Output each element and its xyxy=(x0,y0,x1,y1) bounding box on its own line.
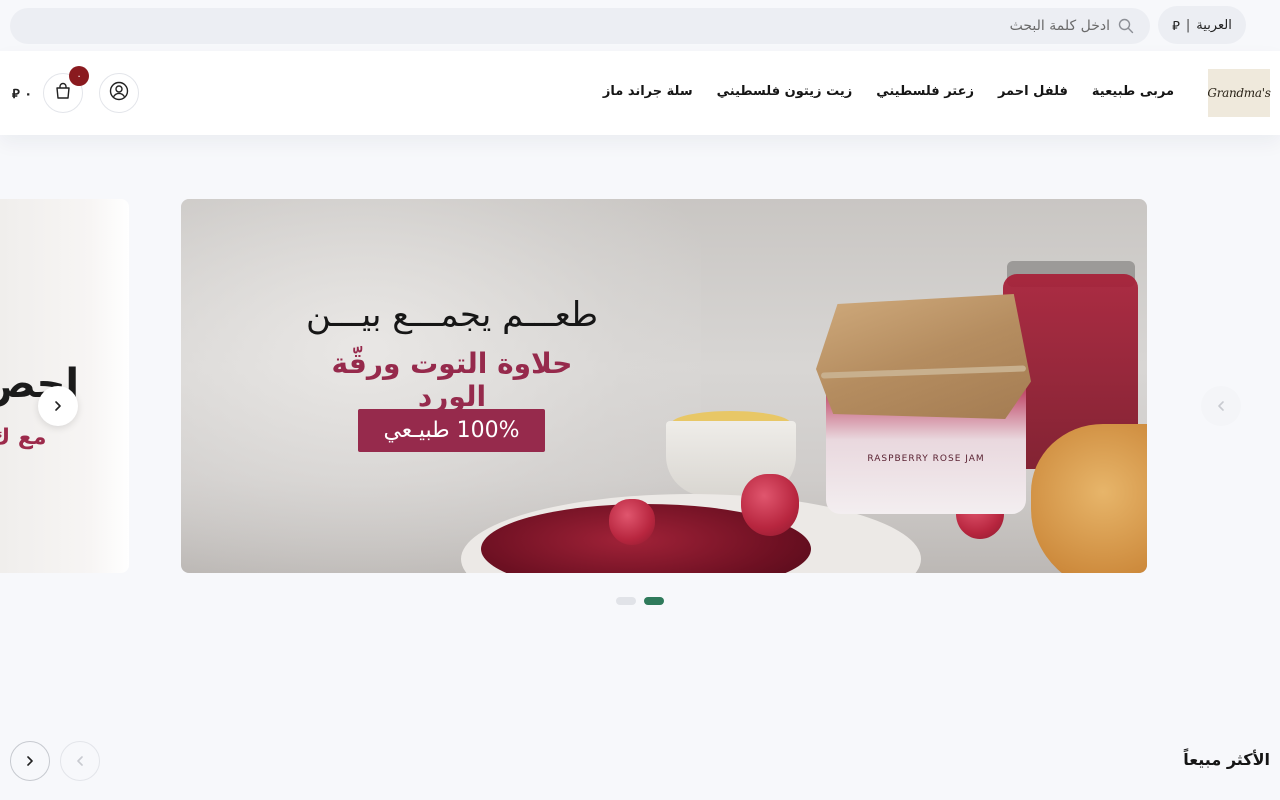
slider-dot-1[interactable] xyxy=(616,597,636,605)
chevron-right-icon xyxy=(52,397,64,416)
nav-item-red-pepper[interactable]: فلفل احمر xyxy=(998,84,1068,99)
slider-pagination xyxy=(616,597,664,605)
logo-text: Grandma's xyxy=(1207,86,1271,100)
nav-item-natural-jams[interactable]: مربى طبيعية xyxy=(1092,84,1174,99)
top-utility-bar: العربية | ⃁ xyxy=(0,0,1280,51)
hero-slide-active[interactable]: طعـــم يجمـــع بيـــن حلاوة التوت ورقّة … xyxy=(181,199,1147,573)
cart-total: ٠ ⃁ xyxy=(12,87,33,102)
peek-slide-subline: مع ك xyxy=(0,425,47,450)
nav-item-palestinian-olive-oil[interactable]: زيت زيتون فلسطيني xyxy=(717,84,853,99)
jar-label: RASPBERRY ROSE JAM xyxy=(867,454,985,464)
slider-dot-2-active[interactable] xyxy=(644,597,664,605)
best-sellers-prev-button[interactable] xyxy=(60,741,100,781)
language-label: العربية xyxy=(1196,17,1232,33)
best-sellers-next-button[interactable] xyxy=(10,741,50,781)
slide-headline: طعـــم يجمـــع بيـــن xyxy=(305,295,599,335)
raspberry xyxy=(741,474,799,536)
croissant xyxy=(1031,424,1147,573)
natural-badge: 100% طبيـعي xyxy=(358,409,545,452)
slider-prev-button[interactable] xyxy=(1201,386,1241,426)
language-switcher[interactable]: العربية | ⃁ xyxy=(1158,6,1246,44)
cart-count-badge: ٠ xyxy=(69,66,89,86)
best-sellers-title: الأكثر مبيعاً xyxy=(1183,750,1270,769)
chevron-right-icon xyxy=(24,752,36,771)
cart-button[interactable]: ٠ xyxy=(43,66,89,113)
brand-logo[interactable]: Grandma's xyxy=(1207,69,1271,117)
chevron-left-icon xyxy=(74,752,86,771)
language-separator: | xyxy=(1185,17,1191,33)
search-input[interactable] xyxy=(410,8,1110,44)
main-nav: مربى طبيعية فلفل احمر زعتر فلسطيني زيت ز… xyxy=(603,84,1174,99)
search-bar[interactable] xyxy=(10,8,1150,44)
slider-next-button[interactable] xyxy=(38,386,78,426)
search-icon[interactable] xyxy=(1118,18,1134,34)
currency-symbol: ⃁ xyxy=(1172,18,1180,34)
kraft-paper-lid xyxy=(816,294,1031,419)
main-header: Grandma's مربى طبيعية فلفل احمر زعتر فلس… xyxy=(0,51,1280,135)
raspberry xyxy=(609,499,655,545)
shopping-bag-icon xyxy=(53,81,73,105)
user-circle-icon xyxy=(109,81,129,105)
chevron-left-icon xyxy=(1215,397,1227,416)
slide-previous-peek[interactable]: احص مع ك xyxy=(0,199,129,573)
nav-item-grandmas-basket[interactable]: سلة جراند ماز xyxy=(603,84,693,99)
nav-item-palestinian-zaatar[interactable]: زعتر فلسطيني xyxy=(876,84,974,99)
account-button[interactable] xyxy=(99,73,139,113)
slide-subheadline: حلاوة التوت ورقّة الورد xyxy=(331,347,573,413)
